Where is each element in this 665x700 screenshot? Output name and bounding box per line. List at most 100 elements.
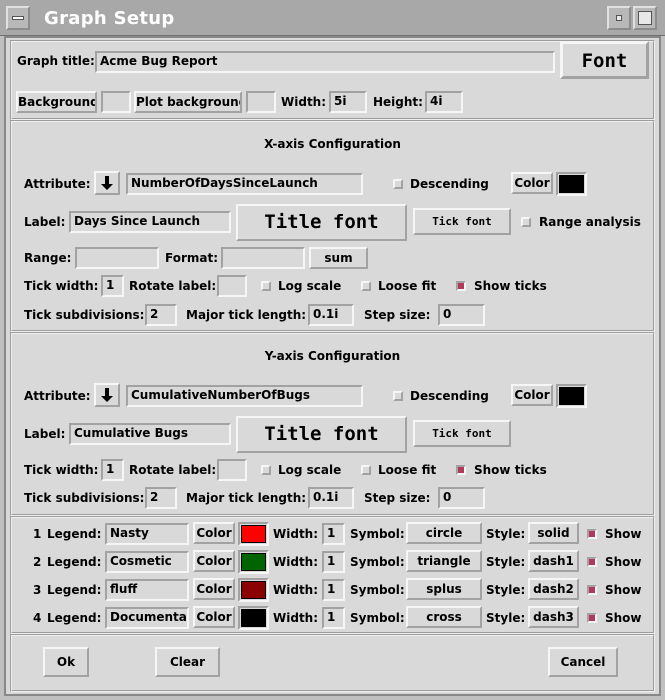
legend-color-swatch[interactable] xyxy=(238,550,269,574)
x-tick-subdivisions-input[interactable]: 2 xyxy=(145,304,177,326)
legend-name-input[interactable]: Documentati xyxy=(105,607,189,629)
legend-color-button[interactable]: Color xyxy=(193,606,235,628)
legend-label: Legend: xyxy=(47,527,102,541)
graph-title-input[interactable]: Acme Bug Report xyxy=(95,51,555,73)
legend-style-button[interactable]: dash1 xyxy=(528,550,579,572)
legend-symbol-label: Symbol: xyxy=(350,583,405,597)
legend-index: 3 xyxy=(33,583,42,597)
legend-color-swatch[interactable] xyxy=(238,578,269,602)
window-menu-icon[interactable] xyxy=(6,6,30,30)
y-tick-width-label: Tick width: xyxy=(24,463,99,477)
legend-name-input[interactable]: fluff xyxy=(105,579,189,601)
cancel-button[interactable]: Cancel xyxy=(548,647,618,677)
x-format-input[interactable] xyxy=(221,247,305,269)
legend-width-input[interactable]: 1 xyxy=(322,579,345,601)
legend-color-button[interactable]: Color xyxy=(193,578,235,600)
legend-symbol-button[interactable]: splus xyxy=(406,578,482,600)
maximize-icon[interactable] xyxy=(633,6,657,30)
legend-symbol-button[interactable]: circle xyxy=(406,522,482,544)
height-input[interactable]: 4i xyxy=(425,91,463,113)
x-show-ticks-checkbox[interactable] xyxy=(456,281,466,291)
x-color-swatch[interactable] xyxy=(556,172,587,196)
y-title-font-button[interactable]: Title font xyxy=(236,416,407,453)
y-color-button[interactable]: Color xyxy=(511,384,553,406)
y-log-scale-checkbox[interactable] xyxy=(261,465,271,475)
y-descending-label: Descending xyxy=(410,389,489,403)
legend-color-fill xyxy=(241,609,266,627)
legend-width-input[interactable]: 1 xyxy=(322,523,345,545)
legend-style-button[interactable]: dash3 xyxy=(528,606,579,628)
x-show-ticks-label: Show ticks xyxy=(474,279,547,293)
y-attribute-dropdown-button[interactable] xyxy=(94,383,120,407)
window-title: Graph Setup xyxy=(44,8,175,29)
y-tick-width-input[interactable]: 1 xyxy=(101,459,124,481)
y-tick-font-button[interactable]: Tick font xyxy=(413,420,511,447)
x-loose-fit-label: Loose fit xyxy=(378,279,437,293)
legend-width-label: Width: xyxy=(273,611,319,625)
x-descending-checkbox[interactable] xyxy=(393,179,403,189)
y-label-input[interactable]: Cumulative Bugs xyxy=(69,423,231,445)
legend-color-button[interactable]: Color xyxy=(193,522,235,544)
y-attribute-input[interactable]: CumulativeNumberOfBugs xyxy=(126,385,363,407)
title-bar[interactable]: Graph Setup xyxy=(0,0,665,36)
legend-show-checkbox[interactable] xyxy=(587,585,597,595)
legend-label: Legend: xyxy=(47,611,102,625)
legend-name-input[interactable]: Nasty xyxy=(105,523,189,545)
plot-background-button[interactable]: Plot background xyxy=(134,91,242,113)
x-title-font-button[interactable]: Title font xyxy=(236,204,407,241)
x-rotate-label-input[interactable] xyxy=(217,275,247,297)
x-attribute-dropdown-button[interactable] xyxy=(94,171,120,195)
legend-name-input[interactable]: Cosmetic xyxy=(105,551,189,573)
plot-background-color-swatch[interactable] xyxy=(246,91,276,113)
legend-style-button[interactable]: dash2 xyxy=(528,578,579,600)
legend-symbol-label: Symbol: xyxy=(350,527,405,541)
font-button[interactable]: Font xyxy=(560,41,649,79)
legend-color-swatch[interactable] xyxy=(238,522,269,546)
legend-show-checkbox[interactable] xyxy=(587,557,597,567)
down-arrow-icon xyxy=(101,176,113,190)
y-show-ticks-checkbox[interactable] xyxy=(456,465,466,475)
width-label: Width: xyxy=(281,95,327,109)
ok-button[interactable]: Ok xyxy=(43,647,89,677)
legend-show-label: Show xyxy=(605,583,642,597)
y-step-size-input[interactable]: 0 xyxy=(438,487,485,509)
background-button[interactable]: Background xyxy=(16,91,97,113)
legend-color-swatch[interactable] xyxy=(238,606,269,630)
legend-row-2: 2 Legend: Cosmetic Color Width: 1 Symbol… xyxy=(0,548,665,576)
y-descending-checkbox[interactable] xyxy=(393,391,403,401)
y-tick-subdivisions-input[interactable]: 2 xyxy=(145,487,177,509)
x-sum-button[interactable]: sum xyxy=(309,247,368,269)
legend-color-button[interactable]: Color xyxy=(193,550,235,572)
background-color-swatch[interactable] xyxy=(101,91,131,113)
x-tick-width-input[interactable]: 1 xyxy=(101,275,124,297)
minimize-icon[interactable] xyxy=(607,6,631,30)
legend-width-label: Width: xyxy=(273,583,319,597)
x-step-size-input[interactable]: 0 xyxy=(438,304,485,326)
x-tick-font-button[interactable]: Tick font xyxy=(413,208,511,235)
legend-symbol-button[interactable]: triangle xyxy=(406,550,482,572)
y-axis-header: Y-axis Configuration xyxy=(264,349,401,363)
x-color-button[interactable]: Color xyxy=(511,172,553,194)
legend-symbol-button[interactable]: cross xyxy=(406,606,482,628)
clear-button[interactable]: Clear xyxy=(155,647,220,677)
legend-show-checkbox[interactable] xyxy=(587,529,597,539)
x-attribute-input[interactable]: NumberOfDaysSinceLaunch xyxy=(126,173,363,195)
x-major-tick-length-input[interactable]: 0.1i xyxy=(308,304,354,326)
width-input[interactable]: 5i xyxy=(329,91,367,113)
x-range-analysis-checkbox[interactable] xyxy=(521,217,531,227)
y-major-tick-length-input[interactable]: 0.1i xyxy=(308,487,354,509)
legend-style-button[interactable]: solid xyxy=(528,522,579,544)
x-range-input[interactable] xyxy=(75,247,159,269)
x-log-scale-checkbox[interactable] xyxy=(261,281,271,291)
y-loose-fit-checkbox[interactable] xyxy=(361,465,371,475)
y-tick-subdivisions-label: Tick subdivisions: xyxy=(24,491,145,505)
legend-width-input[interactable]: 1 xyxy=(322,551,345,573)
legend-width-input[interactable]: 1 xyxy=(322,607,345,629)
legend-style-label: Style: xyxy=(486,583,526,597)
y-rotate-label-input[interactable] xyxy=(217,459,247,481)
x-label-input[interactable]: Days Since Launch xyxy=(69,211,231,233)
x-loose-fit-checkbox[interactable] xyxy=(361,281,371,291)
legend-show-checkbox[interactable] xyxy=(587,613,597,623)
y-color-swatch[interactable] xyxy=(556,384,587,408)
x-step-size-label: Step size: xyxy=(364,308,431,322)
